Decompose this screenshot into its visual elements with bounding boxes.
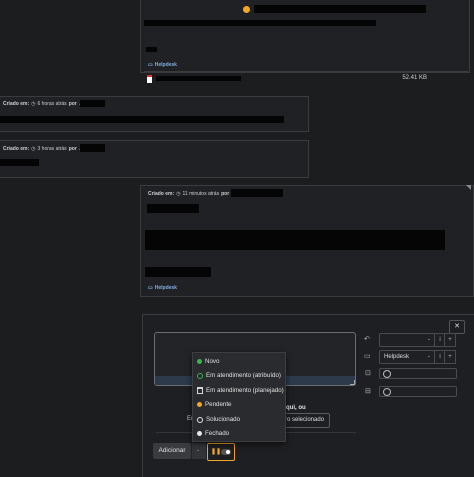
status-option-solved[interactable]: Solucionado xyxy=(197,416,240,423)
redacted-text xyxy=(146,47,157,52)
status-pending-icon xyxy=(197,402,202,407)
status-option-pending[interactable]: Pendente xyxy=(197,401,232,408)
close-icon: ✕ xyxy=(454,323,460,330)
toggle-knob xyxy=(383,370,391,378)
redacted-content xyxy=(0,116,284,123)
redacted-text xyxy=(144,20,376,26)
followup-meta: Criado em: ◷ 3 horas atrás por ♙ xyxy=(3,146,83,152)
pending-toggle[interactable] xyxy=(221,449,231,455)
status-solved-icon xyxy=(197,416,203,423)
pending-status-dot xyxy=(243,6,250,13)
assign-selected-button[interactable]: ro selecionado xyxy=(284,413,330,428)
helpdesk-link[interactable]: ▭ Helpdesk xyxy=(148,62,177,68)
chevron-down-icon: ⌄ xyxy=(426,336,431,342)
chevron-down-icon: ⌄ xyxy=(426,353,431,359)
corner-marker xyxy=(466,185,471,190)
partial-text: qui, ou xyxy=(286,405,306,411)
lock-icon: ⊡ xyxy=(365,370,371,377)
status-dropdown-menu: Novo Em atendimento (atribuído) Em atend… xyxy=(192,352,286,442)
redacted-title xyxy=(254,5,426,13)
redacted-author xyxy=(80,100,105,107)
redacted-text xyxy=(147,204,199,213)
status-new-icon xyxy=(197,359,202,364)
duration-slider[interactable] xyxy=(379,386,457,397)
clock-icon: ◷ xyxy=(31,101,36,107)
status-option-assigned[interactable]: Em atendimento (atribuído) xyxy=(197,372,281,379)
pause-icon: ❚❚ xyxy=(211,449,222,455)
private-toggle-field[interactable] xyxy=(379,368,457,379)
monitor-icon: ▭ xyxy=(148,62,153,68)
pending-status-button[interactable]: ❚❚ xyxy=(207,443,235,461)
attachment-size: 52.41 KB xyxy=(402,75,427,81)
status-option-new[interactable]: Novo xyxy=(197,358,219,365)
status-assigned-icon xyxy=(197,372,203,379)
chevron-down-icon: ⌄ xyxy=(196,447,201,453)
close-button[interactable]: ✕ xyxy=(449,320,465,334)
redacted-text xyxy=(145,267,211,277)
status-option-planned[interactable]: Em atendimento (planejado) xyxy=(197,387,284,394)
redacted-author xyxy=(231,189,283,197)
redacted-filename xyxy=(156,76,241,81)
monitor-icon: ▭ xyxy=(148,285,153,291)
calendar-icon xyxy=(197,387,203,394)
undo-icon: ↶ xyxy=(364,336,370,343)
status-option-closed[interactable]: Fechado xyxy=(197,430,229,437)
redacted-content xyxy=(0,159,39,166)
toggle-knob xyxy=(226,450,230,454)
add-followup-button[interactable]: Adicionar xyxy=(153,443,191,459)
requester-select[interactable]: ⌄ xyxy=(379,333,435,347)
add-button-small[interactable]: + xyxy=(444,333,456,347)
slider-knob xyxy=(383,388,391,396)
add-button-small[interactable]: + xyxy=(444,350,456,364)
separator xyxy=(144,71,468,72)
clock-icon: ◷ xyxy=(31,146,36,152)
helpdesk-link[interactable]: ▭ Helpdesk xyxy=(148,285,177,291)
timer-icon: ⊟ xyxy=(365,388,371,395)
add-options-dropdown[interactable]: ⌄ xyxy=(191,443,206,459)
followup-meta: Criado em: ◷ 11 minutos atrás por ♙ xyxy=(148,191,236,197)
redacted-text xyxy=(145,230,445,250)
followup-meta: Criado em: ◷ 6 horas atrás por ♙ xyxy=(3,101,83,107)
redacted-author xyxy=(80,144,105,152)
resize-handle-icon[interactable] xyxy=(350,380,355,385)
group-select[interactable]: Helpdesk ⌄ xyxy=(379,350,435,364)
pdf-file-icon xyxy=(147,75,152,83)
clock-icon: ◷ xyxy=(176,191,181,197)
status-closed-icon xyxy=(197,431,202,436)
monitor-icon: ▭ xyxy=(364,353,371,360)
